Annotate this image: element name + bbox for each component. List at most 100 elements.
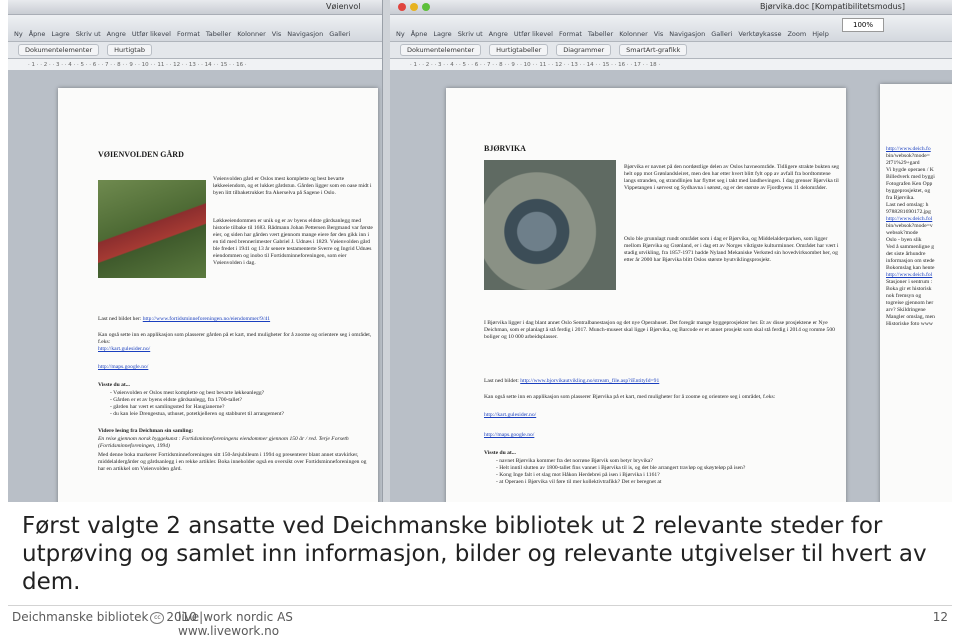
right-canvas: BJØRVIKA Bjørvika er navnet på den nordø… — [390, 18, 952, 502]
intro-text: Bjørvika er navnet på den nordøstlige de… — [624, 164, 839, 191]
intro-text: Vøienvolden gård er Oslos mest komplette… — [213, 176, 372, 196]
side-line: Boka gir et historisk — [886, 286, 932, 292]
plan-text: Oslo ble grunnlagt rundt området som i d… — [624, 236, 839, 263]
ribbon-tab[interactable]: Diagrammer — [556, 44, 612, 56]
side-line: Vi bygde operaen / K — [886, 167, 934, 173]
side-page-text: http://www.deich.fo bin/websok?mode= 2f71%… — [886, 146, 952, 328]
list-item: - navnet Bjørvika kommer fra det norrøne… — [496, 458, 653, 464]
side-line: Last ned omslag: h — [886, 202, 929, 208]
toolbar-button[interactable]: Hjelp — [812, 30, 829, 41]
side-line: informasjon om stede — [886, 258, 935, 264]
side-line: http://www.deich.fol — [886, 272, 933, 278]
list-item: - at Operaen i Bjørvika vil føre til mer… — [496, 479, 662, 485]
close-button-icon[interactable] — [398, 3, 406, 11]
right-word-window: Bjørvika.doc [Kompatibilitetsmodus] Ny Åp… — [390, 0, 952, 502]
toolbar-button[interactable]: Format — [559, 30, 582, 41]
toolbar-button[interactable]: Ny — [14, 30, 23, 41]
toolbar-button[interactable]: Ny — [396, 30, 405, 41]
creative-commons-icon: cc — [150, 611, 165, 624]
toolbar-button[interactable]: Format — [177, 30, 200, 41]
side-line: Mangler omslag, men — [886, 314, 935, 320]
ribbon-tab[interactable]: Hurtigtabeller — [489, 44, 549, 56]
footer-org: Deichmanske bibliotek cc 2010 — [12, 610, 197, 624]
list-item: - Helt inntil slutten av 1800-tallet fin… — [496, 465, 746, 471]
ribbon-tab[interactable]: SmartArt-grafikk — [619, 44, 688, 56]
toolbar-button[interactable]: Navigasjon — [669, 30, 705, 41]
kart-text: Kan også sette inn en applikasjon som pl… — [484, 394, 776, 400]
ribbon-tab[interactable]: Dokumentelementer — [400, 44, 482, 56]
left-canvas: VØIENVOLDEN GÅRD Vøienvolden gård er Osl… — [8, 70, 382, 502]
list-item: - Gården er et av byens eldste gårdsanle… — [110, 397, 243, 403]
side-line: bin/websok?mode= — [886, 153, 930, 159]
list-item: - gården har vært et samlingssted for Ha… — [110, 404, 225, 410]
body-text: Løkkeeiendommen er unik og er av byens e… — [213, 218, 373, 266]
ribbon-tab[interactable]: Dokumentelementer — [18, 44, 100, 56]
toolbar-button[interactable]: Åpne — [411, 30, 428, 41]
side-line: websok?mode — [886, 230, 919, 236]
toolbar-button[interactable]: Angre — [107, 30, 126, 41]
zoom-button-icon[interactable] — [422, 3, 430, 11]
literature-title: En reise gjennom norsk byggekunst : Fort… — [98, 436, 349, 449]
image-link[interactable]: http://www.bjorvikautvikling.no/stream_f… — [520, 378, 659, 384]
toolbar-button[interactable]: Angre — [489, 30, 508, 41]
toolbar-button[interactable]: Lagre — [433, 30, 451, 41]
kart-link[interactable]: http://kart.gulesider.no/ — [484, 412, 536, 419]
toolbar-button[interactable]: Tabeller — [588, 30, 613, 41]
toolbar-button[interactable]: Kolonner — [619, 30, 648, 41]
toolbar-button[interactable]: Utfør likevel — [514, 30, 553, 41]
right-document-page[interactable]: BJØRVIKA Bjørvika er navnet på den nordø… — [446, 88, 846, 502]
toolbar-button[interactable]: Zoom — [787, 30, 806, 41]
toolbar-button[interactable]: Kolonner — [237, 30, 266, 41]
toolbar-button[interactable]: Galleri — [329, 30, 350, 41]
toolbar-button[interactable]: Verktøykasse — [738, 30, 781, 41]
page-number: 12 — [932, 610, 948, 624]
left-window-title: Vøienvol — [326, 2, 361, 11]
bullet-list: - Vøienvolden er Oslos mest komplette og… — [110, 390, 372, 418]
maps-link[interactable]: http://maps.google.no/ — [484, 432, 534, 439]
side-line: Fotografen Ken Opp — [886, 181, 933, 187]
image-link[interactable]: http://www.fortidsminneforeningen.no/eie… — [143, 316, 270, 322]
side-line: http://www.deich.fol — [886, 216, 933, 222]
toolbar-button[interactable]: Galleri — [711, 30, 732, 41]
side-line: Bokomslag kan hente — [886, 265, 935, 271]
house-photo — [98, 180, 206, 278]
side-line: det siste århundre — [886, 251, 926, 257]
side-line: fra Bjørvika. — [886, 195, 915, 201]
side-line: bin/websok?mode=v — [886, 223, 933, 229]
ribbon-tab[interactable]: Hurtigtab — [107, 44, 152, 56]
toolbar-button[interactable]: Skriv ut — [458, 30, 483, 41]
harbour-aerial-photo — [484, 160, 616, 290]
minimize-button-icon[interactable] — [410, 3, 418, 11]
window-controls — [398, 3, 430, 11]
toolbar-button[interactable]: Skriv ut — [76, 30, 101, 41]
kart-link[interactable]: http://kart.gulesider.no/ — [98, 346, 150, 353]
doc-heading: VØIENVOLDEN GÅRD — [98, 150, 184, 159]
list-item: - du kan leie Drengestua, uthuset, potet… — [110, 411, 284, 417]
toolbar-button[interactable]: Vis — [272, 30, 282, 41]
toolbar-button[interactable]: Navigasjon — [287, 30, 323, 41]
toolbar-button[interactable]: Åpne — [29, 30, 46, 41]
footer-divider — [8, 605, 952, 606]
side-line: togreise gjennom her — [886, 300, 934, 306]
bullet-list: - navnet Bjørvika kommer fra det norrøne… — [496, 458, 836, 486]
left-document-page[interactable]: VØIENVOLDEN GÅRD Vøienvolden gård er Osl… — [58, 88, 378, 502]
side-line: Ved å sammenligne g — [886, 244, 934, 250]
zoom-select[interactable]: 100% — [842, 18, 884, 32]
toolbar-button[interactable]: Lagre — [51, 30, 69, 41]
toolbar-button[interactable]: Tabeller — [206, 30, 231, 41]
right-side-page[interactable]: http://www.deich.fo bin/websok?mode= 2f71%… — [880, 84, 952, 502]
maps-link[interactable]: http://maps.google.no/ — [98, 364, 148, 371]
side-line: byggeprosjektet, og — [886, 188, 931, 194]
side-line: arv? Skildringene — [886, 307, 926, 313]
doc-heading: BJØRVIKA — [484, 144, 526, 153]
footer-company: live|work nordic AS www.livework.no — [178, 610, 293, 638]
left-ribbon: Dokumentelementer Hurtigtab — [8, 42, 382, 59]
toolbar-button[interactable]: Utfør likevel — [132, 30, 171, 41]
left-titlebar: Vøienvol — [8, 0, 382, 15]
right-titlebar: Bjørvika.doc [Kompatibilitetsmodus] — [390, 0, 952, 15]
toolbar-button[interactable]: Vis — [654, 30, 664, 41]
list-item: - Vøienvolden er Oslos mest komplette og… — [110, 390, 265, 396]
left-word-window: Vøienvol Ny Åpne Lagre Skriv ut Angre Utfør l… — [8, 0, 383, 502]
visste-heading: Visste du at... — [484, 450, 516, 456]
literature-desc: Med denne boka markerer Fortidsminnefore… — [98, 452, 367, 472]
